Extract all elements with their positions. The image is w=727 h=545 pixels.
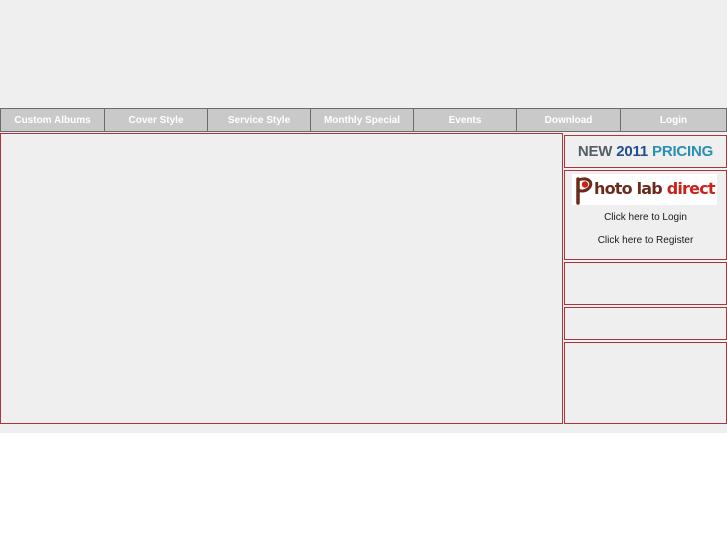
nav-item-cover-style[interactable]: Cover Style bbox=[104, 108, 208, 132]
nav-item-service-style[interactable]: Service Style bbox=[207, 108, 311, 132]
sidebar-panel-3 bbox=[564, 262, 727, 305]
nav-item-download[interactable]: Download bbox=[516, 108, 621, 132]
nav-item-monthly-special[interactable]: Monthly Special bbox=[310, 108, 414, 132]
register-link[interactable]: Click here to Register bbox=[565, 235, 726, 246]
nav-item-login[interactable]: Login bbox=[620, 108, 727, 132]
pricing-banner-pricing: PRICING bbox=[652, 143, 714, 160]
sidebar-panel-5 bbox=[564, 342, 727, 424]
pricing-banner-new: NEW bbox=[577, 143, 613, 160]
photo-lab-direct-logo-text: hoto lab direct bbox=[594, 179, 716, 198]
photo-lab-direct-logo: hoto lab direct bbox=[572, 174, 717, 205]
nav-item-events[interactable]: Events bbox=[413, 108, 517, 132]
pricing-banner-year: 2011 bbox=[616, 143, 649, 160]
login-panel: hoto lab direct Click here to Login Clic… bbox=[564, 170, 727, 260]
photo-lab-direct-logo-mark bbox=[576, 176, 593, 205]
nav-item-custom-albums[interactable]: Custom Albums bbox=[0, 108, 105, 132]
new-pricing-banner[interactable]: NEW 2011 PRICING bbox=[565, 136, 726, 167]
main-content-panel bbox=[0, 133, 563, 424]
main-nav: Custom Albums Cover Style Service Style … bbox=[0, 108, 727, 132]
pricing-panel: NEW 2011 PRICING bbox=[564, 135, 727, 168]
login-link[interactable]: Click here to Login bbox=[565, 212, 726, 223]
page: Custom Albums Cover Style Service Style … bbox=[0, 0, 727, 545]
sidebar-panel-4 bbox=[564, 307, 727, 340]
